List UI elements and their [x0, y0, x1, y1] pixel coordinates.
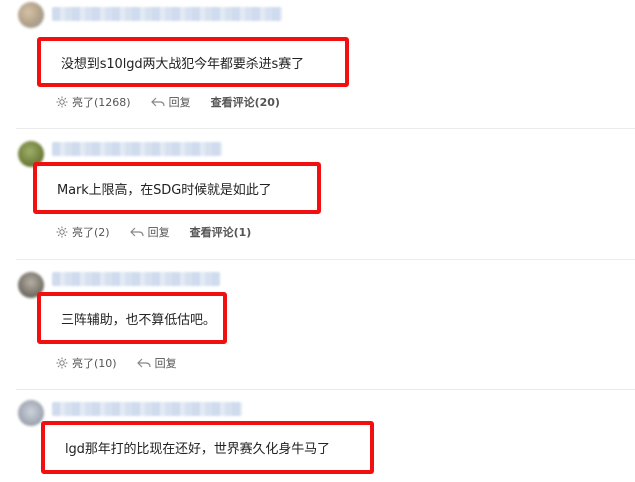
like-label: 亮了(1268) [72, 96, 131, 109]
comment-item: lgd那年打的比现在还好，世界赛久化身牛马了 [0, 390, 635, 482]
comment-actions: 亮了(1268) 回复 查看评论(20) [56, 94, 300, 110]
like-button[interactable]: 亮了(2) [56, 224, 110, 240]
like-icon [56, 357, 68, 369]
comment-item: 三阵辅助，也不算低估吧。 亮了(10) 回复 [0, 260, 635, 389]
reply-icon [136, 358, 151, 368]
reply-label: 回复 [147, 226, 170, 239]
reply-label: 回复 [154, 357, 177, 370]
username-blurred[interactable] [52, 272, 220, 286]
reply-label: 回复 [168, 96, 191, 109]
view-replies-link[interactable]: 查看评论(1) [190, 224, 252, 240]
reply-button[interactable]: 回复 [150, 94, 191, 110]
comment-text-box: Mark上限高，在SDG时候就是如此了 [33, 162, 321, 214]
avatar[interactable] [18, 2, 44, 28]
reply-icon [150, 97, 165, 107]
reply-button[interactable]: 回复 [129, 224, 170, 240]
comment-text: lgd那年打的比现在还好，世界赛久化身牛马了 [65, 442, 330, 457]
comment-text: 三阵辅助，也不算低估吧。 [61, 312, 216, 328]
view-replies-link[interactable]: 查看评论(20) [211, 94, 280, 110]
comment-actions: 亮了(10) 回复 [56, 355, 197, 371]
comment-item: 没想到s10lgd两大战犯今年都要杀进s赛了 亮了(1268) 回复 查看评论(… [0, 0, 635, 128]
comment-actions: 亮了(2) 回复 查看评论(1) [56, 224, 271, 240]
comment-text-box: 三阵辅助，也不算低估吧。 [37, 292, 227, 344]
like-button[interactable]: 亮了(10) [56, 355, 117, 371]
view-replies-label: 查看评论(1) [189, 226, 252, 239]
like-icon [56, 96, 68, 108]
like-label: 亮了(10) [72, 357, 117, 370]
like-label: 亮了(2) [72, 226, 110, 239]
comment-text-box: lgd那年打的比现在还好，世界赛久化身牛马了 [41, 421, 374, 474]
like-icon [56, 226, 68, 238]
reply-button[interactable]: 回复 [136, 355, 177, 371]
reply-icon [129, 227, 144, 237]
like-button[interactable]: 亮了(1268) [56, 94, 131, 110]
username-blurred[interactable] [52, 7, 282, 21]
avatar[interactable] [18, 400, 44, 426]
comment-item: Mark上限高，在SDG时候就是如此了 亮了(2) 回复 查看评论(1) [0, 129, 635, 259]
comment-text: 没想到s10lgd两大战犯今年都要杀进s赛了 [61, 56, 305, 72]
view-replies-label: 查看评论(20) [210, 96, 280, 109]
comment-text-box: 没想到s10lgd两大战犯今年都要杀进s赛了 [37, 37, 349, 87]
comment-text: Mark上限高，在SDG时候就是如此了 [57, 182, 272, 198]
username-blurred[interactable] [52, 142, 222, 156]
username-blurred[interactable] [52, 402, 242, 416]
